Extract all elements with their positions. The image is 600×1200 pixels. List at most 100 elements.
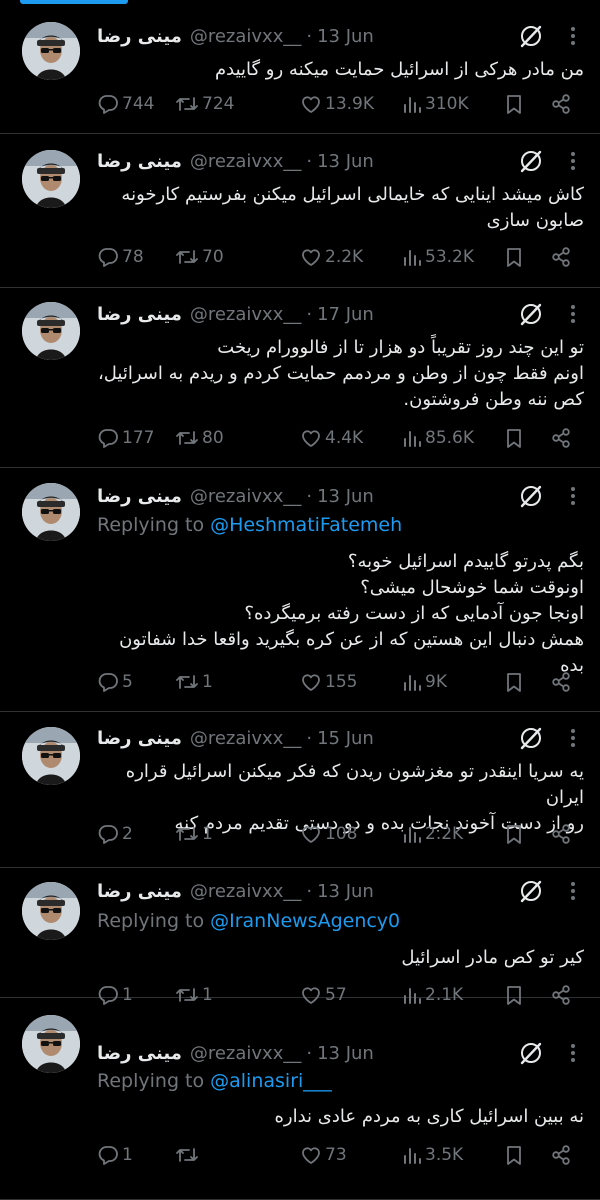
author-handle[interactable]: @rezaivxx__ xyxy=(190,151,302,172)
grok-icon[interactable] xyxy=(518,23,544,49)
views-button[interactable]: 9K xyxy=(402,671,447,693)
author-name[interactable]: مینی رضا xyxy=(97,728,182,749)
share-icon xyxy=(550,823,572,845)
tweet-date[interactable]: 15 Jun xyxy=(317,728,374,749)
avatar[interactable] xyxy=(22,22,80,80)
like-button[interactable]: 13.9K xyxy=(300,93,374,115)
tweet-date[interactable]: 13 Jun xyxy=(317,151,374,172)
share-icon xyxy=(550,427,572,449)
avatar[interactable] xyxy=(22,302,80,360)
tweet-date[interactable]: 13 Jun xyxy=(317,26,374,47)
tweet-text: تو این چند روز تقریباً دو هزار تا از فال… xyxy=(97,335,584,413)
grok-icon[interactable] xyxy=(518,725,544,751)
avatar[interactable] xyxy=(22,882,80,940)
grok-icon[interactable] xyxy=(518,1040,544,1066)
avatar[interactable] xyxy=(22,727,80,785)
author-name[interactable]: مینی رضا xyxy=(97,881,182,902)
more-icon[interactable] xyxy=(570,727,576,749)
author-handle[interactable]: @rezaivxx__ xyxy=(190,486,302,507)
reply-mention-link[interactable]: @HeshmatiFatemeh xyxy=(210,514,402,536)
tweet[interactable]: مینی رضا @rezaivxx__ · 13 Jun کاش میشد ا… xyxy=(0,134,600,288)
views-button[interactable]: 2.2K xyxy=(402,823,463,845)
bookmark-icon xyxy=(504,427,524,449)
like-button[interactable]: 155 xyxy=(300,671,357,693)
reply-button[interactable]: 744 xyxy=(97,93,154,115)
more-icon[interactable] xyxy=(570,880,576,902)
author-handle[interactable]: @rezaivxx__ xyxy=(190,728,302,749)
tweet-date[interactable]: 13 Jun xyxy=(317,1043,374,1064)
reply-icon xyxy=(97,823,119,845)
tweet[interactable]: مینی رضا @rezaivxx__ · 13 Jun من مادر هر… xyxy=(0,0,600,134)
views-count: 53.2K xyxy=(425,247,474,267)
tweet-date[interactable]: 13 Jun xyxy=(317,881,374,902)
author-handle[interactable]: @rezaivxx__ xyxy=(190,1043,302,1064)
like-button[interactable]: 73 xyxy=(300,1144,347,1166)
bookmark-button[interactable] xyxy=(504,93,524,115)
bookmark-button[interactable] xyxy=(504,823,524,845)
like-button[interactable]: 2.2K xyxy=(300,246,363,268)
tweet[interactable]: مینی رضا @rezaivxx__ · 13 Jun Replying t… xyxy=(0,868,600,1005)
bookmark-button[interactable] xyxy=(504,1144,524,1166)
author-handle[interactable]: @rezaivxx__ xyxy=(190,881,302,902)
views-button[interactable]: 3.5K xyxy=(402,1144,463,1166)
views-button[interactable]: 310K xyxy=(402,93,469,115)
retweet-button[interactable]: 724 xyxy=(175,93,234,115)
grok-icon[interactable] xyxy=(518,878,544,904)
retweet-button[interactable]: 80 xyxy=(175,427,224,449)
reply-mention-link[interactable]: @IranNewsAgency0 xyxy=(210,910,400,932)
retweet-button[interactable] xyxy=(175,1144,202,1166)
retweet-button[interactable]: 1 xyxy=(175,823,213,845)
bookmark-button[interactable] xyxy=(504,427,524,449)
bookmark-button[interactable] xyxy=(504,671,524,693)
more-icon[interactable] xyxy=(570,1042,576,1064)
heart-icon xyxy=(300,823,322,845)
retweet-button[interactable]: 1 xyxy=(175,671,213,693)
retweet-count: 724 xyxy=(202,94,235,114)
bookmark-button[interactable] xyxy=(504,246,524,268)
reply-button[interactable]: 1 xyxy=(97,1144,133,1166)
author-handle[interactable]: @rezaivxx__ xyxy=(190,26,302,47)
tweet-date[interactable]: 13 Jun xyxy=(317,486,374,507)
more-icon[interactable] xyxy=(570,303,576,325)
reply-button[interactable]: 2 xyxy=(97,823,133,845)
views-button[interactable]: 85.6K xyxy=(402,427,474,449)
more-icon[interactable] xyxy=(570,25,576,47)
more-icon[interactable] xyxy=(570,485,576,507)
author-name[interactable]: مینی رضا xyxy=(97,26,182,47)
grok-icon[interactable] xyxy=(518,483,544,509)
views-button[interactable]: 53.2K xyxy=(402,246,474,268)
author-handle[interactable]: @rezaivxx__ xyxy=(190,304,302,325)
reply-button[interactable]: 78 xyxy=(97,246,144,268)
share-button[interactable] xyxy=(550,246,572,268)
avatar[interactable] xyxy=(22,483,80,541)
share-button[interactable] xyxy=(550,671,572,693)
grok-icon[interactable] xyxy=(518,148,544,174)
share-button[interactable] xyxy=(550,823,572,845)
share-button[interactable] xyxy=(550,427,572,449)
tweet-text-line: بگم پدرتو گاییدم اسرائیل خوبه؟ xyxy=(347,551,584,572)
author-name[interactable]: مینی رضا xyxy=(97,151,182,172)
tweet[interactable]: مینی رضا @rezaivxx__ · 13 Jun Replying t… xyxy=(0,998,600,1200)
share-button[interactable] xyxy=(550,1144,572,1166)
reply-mention-link[interactable]: @alinasiri___ xyxy=(210,1070,332,1092)
tweet[interactable]: مینی رضا @rezaivxx__ · 17 Jun تو این چند… xyxy=(0,288,600,468)
like-button[interactable]: 4.4K xyxy=(300,427,363,449)
reply-button[interactable]: 5 xyxy=(97,671,133,693)
author-name[interactable]: مینی رضا xyxy=(97,486,182,507)
views-icon xyxy=(402,823,422,845)
avatar[interactable] xyxy=(22,150,80,208)
reply-icon xyxy=(97,246,119,268)
like-button[interactable]: 108 xyxy=(300,823,357,845)
tweet-date[interactable]: 17 Jun xyxy=(317,304,374,325)
reply-button[interactable]: 177 xyxy=(97,427,154,449)
retweet-button[interactable]: 70 xyxy=(175,246,224,268)
tweet[interactable]: مینی رضا @rezaivxx__ · 15 Jun یه سریا ای… xyxy=(0,712,600,868)
more-icon[interactable] xyxy=(570,150,576,172)
share-button[interactable] xyxy=(550,93,572,115)
avatar[interactable] xyxy=(22,1015,80,1073)
author-name[interactable]: مینی رضا xyxy=(97,1043,182,1064)
bookmark-icon xyxy=(504,823,524,845)
tweet[interactable]: مینی رضا @rezaivxx__ · 13 Jun Replying t… xyxy=(0,468,600,712)
grok-icon[interactable] xyxy=(518,301,544,327)
author-name[interactable]: مینی رضا xyxy=(97,304,182,325)
